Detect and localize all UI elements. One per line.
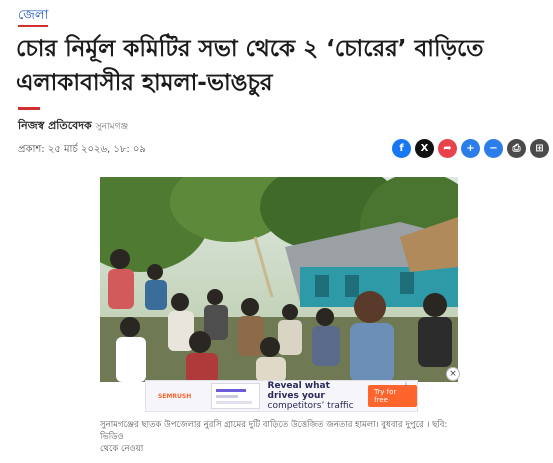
headline-line-1: চোর নির্মূল কমিটির সভা থেকে ২ ‘চোরের’ বা… [16, 36, 484, 62]
share-button[interactable]: ➦ [438, 138, 457, 158]
font-increase-button[interactable]: + [461, 138, 480, 158]
bookmark-button[interactable]: ⊞ [530, 138, 549, 158]
author-byline: নিজস্ব প্রতিবেদক সুনামগঞ্জ [18, 117, 128, 136]
caption-line-1: সুনামগঞ্জের ছাতক উপজেলার নুরসি গ্রামের দ… [100, 420, 448, 442]
section-tag[interactable]: জেলা [18, 8, 49, 27]
facebook-icon: f [399, 142, 404, 154]
print-button[interactable]: ⎙ [507, 138, 526, 158]
advertisement-banner[interactable]: SEMRUSH Reveal what drives your competit… [145, 380, 418, 412]
caption-line-2: থেকে নেওয়া [100, 444, 144, 454]
ad-line-1: Reveal what drives your [267, 381, 330, 401]
share-arrow-icon: ➦ [443, 142, 452, 154]
ad-close-button[interactable]: × [446, 367, 460, 381]
font-decrease-button[interactable]: − [484, 138, 503, 158]
photo-caption: সুনামগঞ্জের ছাতক উপজেলার নুরসি গ্রামের দ… [100, 419, 458, 455]
headline: চোর নির্মূল কমিটির সভা থেকে ২ ‘চোরের’ বা… [16, 32, 536, 100]
facebook-share-button[interactable]: f [392, 138, 411, 158]
share-toolbar: f X ➦ + − ⎙ ⊞ [392, 138, 549, 158]
author-name[interactable]: নিজস্ব প্রতিবেদক [18, 119, 92, 132]
author-place: সুনামগঞ্জ [95, 122, 129, 132]
ad-info-icon[interactable]: i [405, 381, 413, 389]
ad-copy: Reveal what drives your competitors’ tra… [268, 381, 365, 411]
headline-line-2: এলাকাবাসীর হামলা-ভাঙচুর [16, 70, 273, 96]
news-photo [100, 177, 458, 382]
ad-brand: SEMRUSH [158, 392, 192, 400]
ad-line-2: competitors’ traffic [267, 401, 354, 411]
plus-share-icon: + [466, 142, 475, 154]
bookmark-icon: ⊞ [535, 142, 544, 154]
print-icon: ⎙ [512, 142, 521, 154]
x-share-button[interactable]: X [415, 138, 434, 158]
crowd-photo-illustration [100, 177, 458, 382]
minus-share-icon: − [489, 142, 498, 154]
headline-divider [18, 107, 40, 110]
ad-preview-image [211, 383, 260, 409]
published-date: প্রকাশ: ২৫ মার্চ ২০২৬, ১৮: ০৯ [18, 144, 146, 155]
x-icon: X [420, 142, 429, 154]
